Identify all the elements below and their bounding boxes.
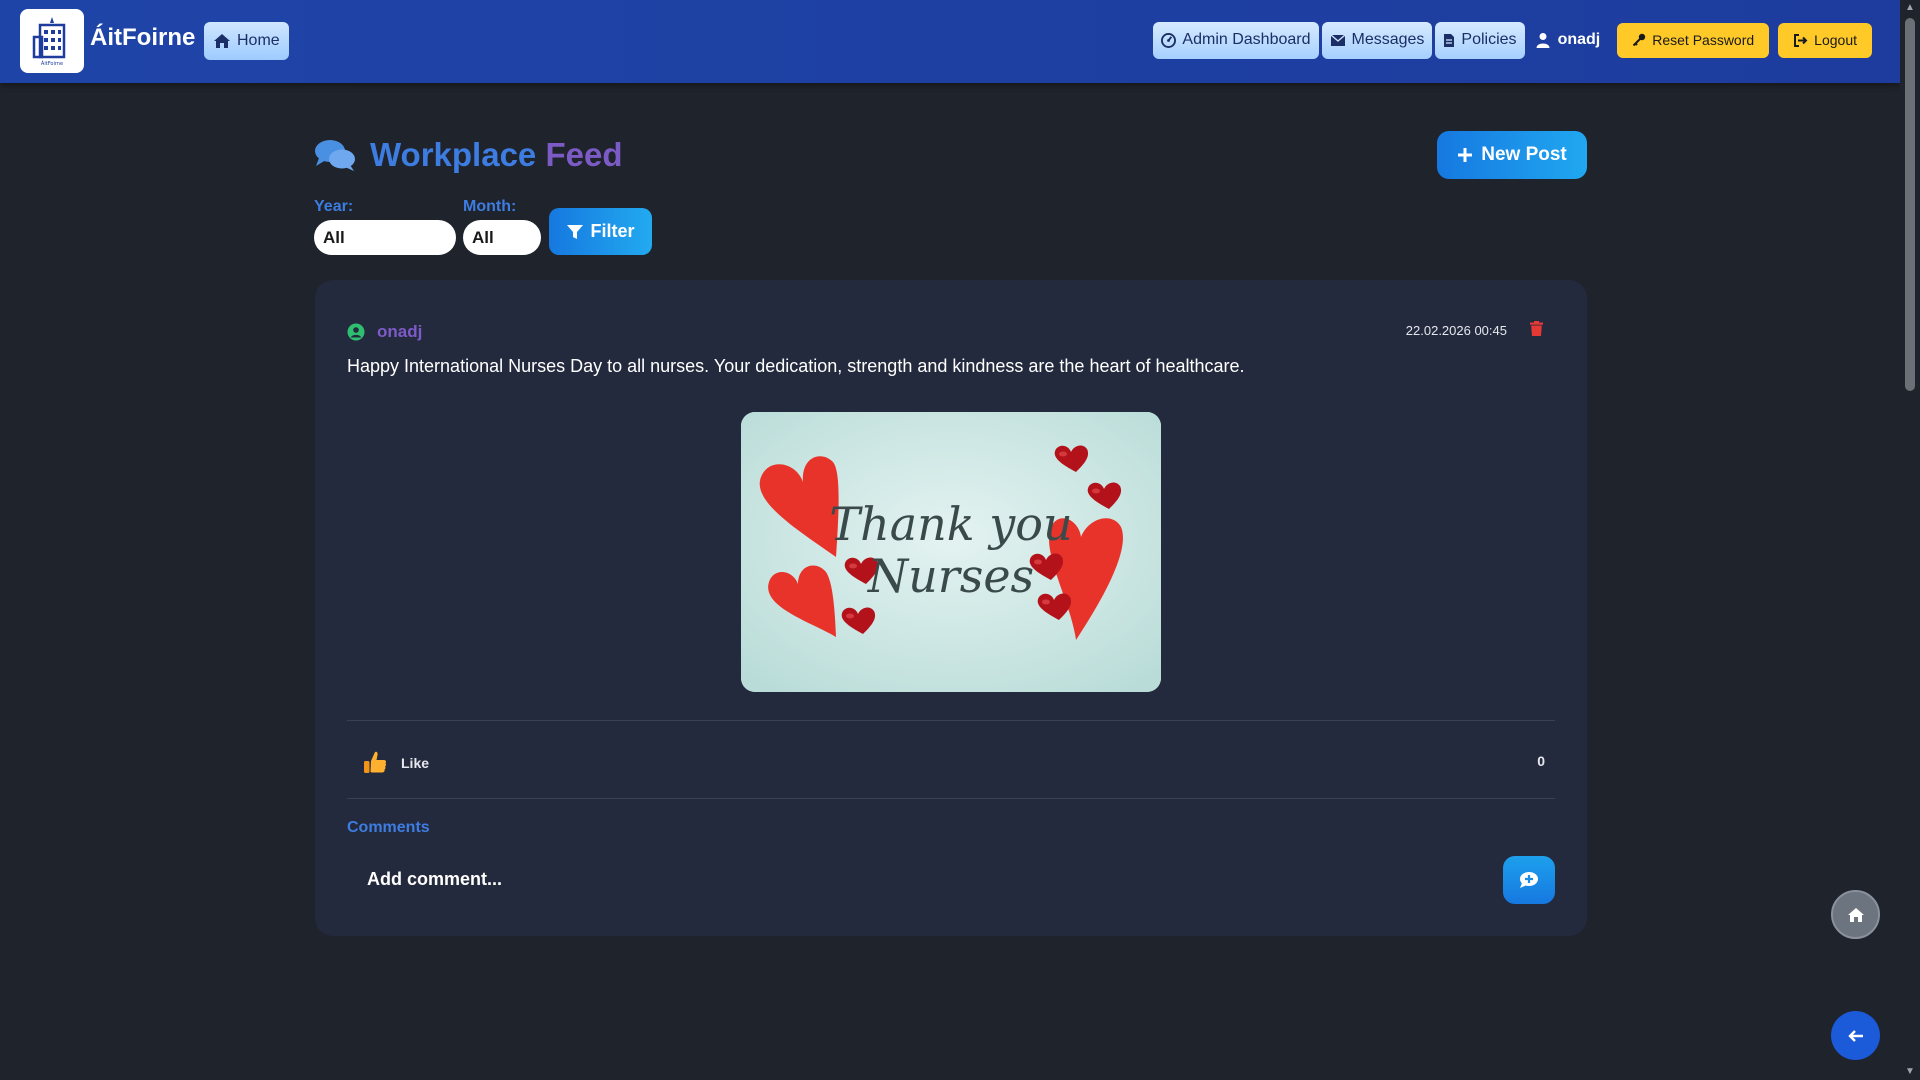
trash-icon	[1530, 321, 1543, 336]
messages-button[interactable]: Messages	[1321, 21, 1433, 59]
filter-button[interactable]: Filter	[549, 208, 652, 255]
month-select[interactable]: All	[463, 220, 541, 255]
new-post-label: New Post	[1481, 144, 1567, 165]
comment-send-button[interactable]	[1503, 856, 1555, 904]
floating-back-button[interactable]	[1831, 1011, 1880, 1060]
logout-label: Logout	[1814, 32, 1857, 48]
thank-you-nurses-image: Thank you Nurses	[741, 412, 1161, 692]
month-label: Month:	[463, 198, 517, 215]
dashboard-icon	[1161, 32, 1177, 48]
divider	[347, 798, 1555, 799]
post-text: Happy International Nurses Day to all nu…	[347, 356, 1245, 376]
home-icon	[214, 34, 230, 48]
thumbs-up-icon	[364, 751, 387, 773]
new-post-button[interactable]: New Post	[1437, 131, 1587, 179]
divider	[347, 720, 1555, 721]
title-workplace: Workplace	[370, 136, 537, 173]
messages-label: Messages	[1351, 31, 1425, 48]
home-button-label: Home	[237, 32, 280, 49]
document-icon	[1444, 33, 1455, 47]
image-text-line2: Nurses	[867, 549, 1034, 603]
comment-input[interactable]: Add comment...	[367, 869, 502, 890]
like-button[interactable]: Like	[363, 750, 429, 776]
filter-button-label: Filter	[590, 221, 635, 241]
delete-post-button[interactable]	[1530, 321, 1543, 341]
logo[interactable]: ÁitFoirne	[20, 9, 84, 73]
svg-text:ÁitFoirne: ÁitFoirne	[41, 60, 63, 67]
logout-icon	[1794, 33, 1808, 47]
reset-password-button[interactable]: Reset Password	[1617, 22, 1770, 58]
post-author[interactable]: onadj	[347, 322, 422, 342]
top-navbar: ÁitFoirne ÁitFoirne Home Admin Dashboard…	[0, 0, 1900, 83]
nav-right-group: Admin Dashboard Messages Policies onadj	[1153, 21, 1872, 59]
post-card: onadj 22.02.2026 00:45 Happy Internation…	[315, 280, 1587, 936]
logout-button[interactable]: Logout	[1778, 22, 1872, 58]
plus-icon	[1458, 148, 1473, 162]
reset-password-label: Reset Password	[1652, 32, 1755, 48]
admin-dashboard-label: Admin Dashboard	[1182, 31, 1311, 48]
year-label: Year:	[314, 198, 354, 215]
comments-heading: Comments	[347, 819, 430, 836]
admin-dashboard-button[interactable]: Admin Dashboard	[1153, 21, 1319, 59]
scroll-thumb[interactable]	[1905, 18, 1915, 391]
scroll-up-arrow[interactable]: ▲	[1904, 2, 1916, 14]
comment-send-icon	[1520, 872, 1538, 888]
post-author-name: onadj	[377, 322, 423, 341]
title-feed: Feed	[545, 136, 623, 173]
user-circle-icon	[347, 323, 365, 341]
policies-button[interactable]: Policies	[1435, 21, 1525, 59]
filter-icon	[567, 224, 584, 239]
page-title: Workplace Feed	[314, 136, 623, 174]
page-scrollbar[interactable]: ▲ ▼	[1900, 0, 1920, 1080]
home-icon	[1847, 907, 1864, 922]
policies-label: Policies	[1461, 31, 1517, 48]
username-label: onadj	[1557, 31, 1601, 48]
scroll-down-arrow[interactable]: ▼	[1904, 1066, 1916, 1078]
building-icon: ÁitFoirne	[32, 17, 66, 67]
floating-home-button[interactable]	[1831, 890, 1880, 939]
arrow-left-icon	[1847, 1029, 1863, 1042]
home-button[interactable]: Home	[204, 22, 289, 60]
key-icon	[1633, 33, 1646, 47]
brand-name[interactable]: ÁitFoirne	[90, 24, 195, 52]
user-icon	[1536, 33, 1550, 48]
envelope-icon	[1330, 33, 1345, 46]
post-timestamp: 22.02.2026 00:45	[1405, 323, 1507, 338]
post-image[interactable]: Thank you Nurses	[741, 412, 1161, 692]
image-text-line1: Thank you	[829, 497, 1072, 551]
like-count: 0	[1537, 753, 1545, 769]
comments-icon	[315, 140, 355, 171]
year-select[interactable]: All	[314, 220, 456, 255]
like-label: Like	[401, 755, 430, 771]
current-user[interactable]: onadj	[1536, 31, 1601, 49]
